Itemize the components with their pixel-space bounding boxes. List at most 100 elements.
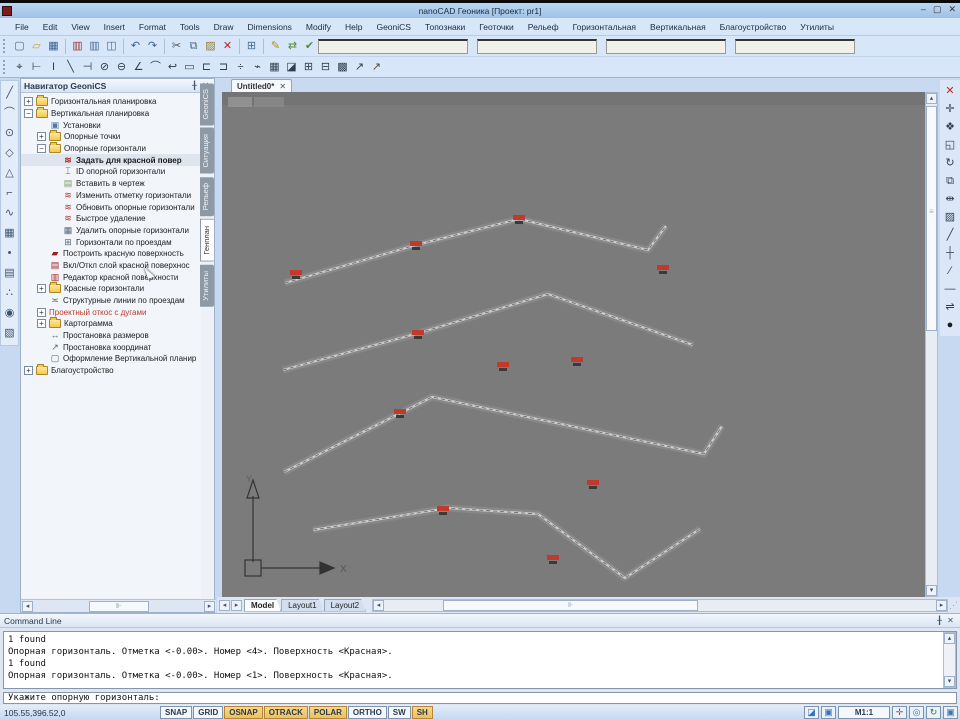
tree-item-22[interactable]: ▢ Оформление Вертикальной планир (21, 353, 201, 365)
draw-region-button[interactable]: ▧ (2, 323, 18, 343)
toolbar-grip[interactable] (3, 60, 8, 74)
resize-grip[interactable]: ⋰ (948, 600, 960, 611)
tree-item-11[interactable]: ▦ Удалить опорные горизонтали (21, 225, 201, 237)
dim-horizontal-button[interactable]: ⊢ (28, 59, 45, 76)
expander-icon[interactable]: + (37, 284, 46, 294)
toggle-osnap[interactable]: OSNAP (224, 706, 263, 719)
close-drawing-button[interactable]: ✕ (942, 82, 959, 100)
expander-icon[interactable]: − (24, 109, 33, 119)
plot-preview-button[interactable]: ◫ (103, 38, 120, 55)
menu-item-12[interactable]: Геоточки (472, 20, 521, 34)
menu-item-10[interactable]: GeoniCS (369, 20, 418, 34)
command-input[interactable]: Укажите опорную горизонталь: (3, 692, 957, 704)
draw-circle-button[interactable]: ⊙ (2, 123, 18, 143)
nav-tab-генплан[interactable]: Генплан (200, 219, 214, 262)
layout-tab-layout1[interactable]: Layout1 (281, 599, 323, 612)
tree-item-10[interactable]: ≋ Быстрое удаление (21, 213, 201, 225)
mirror-button[interactable]: ⇌ (942, 298, 959, 316)
command-history[interactable]: 1 found Опорная горизонталь. Отметка <-0.… (3, 631, 957, 689)
menu-item-15[interactable]: Вертикальная (643, 20, 713, 34)
dim-baseline-button[interactable]: ⊣ (79, 59, 96, 76)
draw-arc-button[interactable]: ⌒ (2, 103, 18, 123)
grid-insert-button[interactable]: ⊞ (300, 59, 317, 76)
paper-space-button[interactable]: ▣ (821, 706, 836, 719)
toggle-sh[interactable]: SH (411, 706, 433, 719)
move-button[interactable]: ✛ (942, 100, 959, 118)
expander-icon[interactable]: + (24, 97, 33, 107)
trim-button[interactable]: — (942, 280, 959, 298)
layer-combo[interactable] (318, 38, 468, 54)
draw-line-button[interactable]: ╱ (2, 83, 18, 103)
scroll-thumb[interactable]: ⊪ (88, 600, 149, 612)
dim-continue-button[interactable]: ⊐ (215, 59, 232, 76)
zoom-window-button[interactable]: ◱ (942, 136, 959, 154)
pin-icon[interactable]: ╂ (934, 616, 945, 625)
dim-box-button[interactable]: ▭ (181, 59, 198, 76)
pan-button[interactable]: ❖ (942, 118, 959, 136)
scroll-up-icon[interactable]: ▴ (944, 633, 955, 644)
copy-object-button[interactable]: ⧉ (942, 172, 959, 190)
canvas-vscrollbar[interactable]: ▴ ▾ (925, 92, 938, 597)
menu-item-13[interactable]: Рельеф (521, 20, 566, 34)
lineweight-combo[interactable] (735, 38, 855, 54)
scroll-left-icon[interactable]: ◂ (22, 600, 33, 612)
toggle-otrack[interactable]: OTRACK (263, 706, 308, 719)
stretch-button[interactable]: ⇹ (942, 190, 959, 208)
toggle-ortho[interactable]: ORTHO (347, 706, 387, 719)
tree-item-13[interactable]: ▰ Построить красную поверхность (21, 248, 201, 260)
draw-polyline-button[interactable]: ⌐ (2, 183, 18, 203)
join-button[interactable]: ┼ (942, 244, 959, 262)
navigator-hscrollbar[interactable]: ◂ ⊪ ▸ (21, 599, 216, 612)
table-button[interactable]: ▦ (266, 59, 283, 76)
layout-tab-layout2[interactable]: Layout2 (324, 599, 366, 612)
refresh-status-button[interactable]: ↻ (926, 706, 941, 719)
scroll-up-icon[interactable]: ▴ (926, 93, 937, 104)
dim-aligned-button[interactable]: ╲ (62, 59, 79, 76)
dim-radius-button[interactable]: ⊖ (113, 59, 130, 76)
dim-diameter-button[interactable]: ⊘ (96, 59, 113, 76)
new-file-button[interactable]: ▢ (11, 38, 28, 55)
tree-item-1[interactable]: − Вертикальная планировка (21, 107, 201, 120)
draw-rhombus-button[interactable]: ◇ (2, 143, 18, 163)
menu-item-9[interactable]: Help (338, 20, 369, 34)
rotate-button[interactable]: ↻ (942, 154, 959, 172)
command-vscrollbar[interactable]: ▴ ▾ (943, 632, 956, 688)
dim-angular-button[interactable]: ∠ (130, 59, 147, 76)
undo-button[interactable]: ↶ (127, 38, 144, 55)
layout-tab-model[interactable]: Model (244, 599, 281, 612)
dim-select-button[interactable]: ⌖ (11, 59, 28, 76)
grid-remove-button[interactable]: ⊟ (317, 59, 334, 76)
tree-item-23[interactable]: + Благоустройство (21, 364, 201, 377)
audit-button[interactable]: ✔ (301, 38, 318, 55)
save-button[interactable]: ▦ (45, 38, 62, 55)
scroll-right-icon[interactable]: ▸ (204, 600, 215, 612)
expander-icon[interactable]: + (37, 132, 46, 142)
insert-image-button[interactable]: ▤ (2, 263, 18, 283)
toggle-snap[interactable]: SNAP (160, 706, 193, 719)
layout-next-icon[interactable]: ▸ (231, 599, 242, 611)
menu-item-8[interactable]: Modify (299, 20, 338, 34)
table-edit-button[interactable]: ◪ (283, 59, 300, 76)
dim-vertical-button[interactable]: I (45, 59, 62, 76)
tree-item-21[interactable]: ↗ Простановка координат (21, 341, 201, 353)
document-tab[interactable]: Untitled0* ✕ (231, 79, 293, 92)
slope-marker-button[interactable]: ↗ (368, 59, 385, 76)
menu-item-11[interactable]: Топознаки (418, 20, 472, 34)
script-editor-button[interactable]: ✎ (267, 38, 284, 55)
copy-button[interactable]: ⧉ (185, 38, 202, 55)
hatch-button[interactable]: ▩ (334, 59, 351, 76)
close-icon[interactable]: ✕ (945, 616, 956, 625)
expander-icon[interactable]: + (37, 319, 46, 329)
pan-status-button[interactable]: ✛ (892, 706, 907, 719)
tree-item-0[interactable]: + Горизонтальная планировка (21, 95, 201, 108)
open-folder-button[interactable]: ▱ (28, 38, 45, 55)
draw-point-button[interactable]: • (2, 243, 18, 263)
linetype-combo[interactable] (606, 38, 726, 54)
hatch-tool-button[interactable]: ▨ (942, 208, 959, 226)
paste-button[interactable]: ▨ (202, 38, 219, 55)
dim-ordinate-button[interactable]: ÷ (232, 59, 249, 76)
redo-button[interactable]: ↷ (144, 38, 161, 55)
scroll-down-icon[interactable]: ▾ (944, 676, 955, 687)
scroll-thumb[interactable] (926, 106, 937, 331)
dim-leader-button[interactable]: ↩ (164, 59, 181, 76)
